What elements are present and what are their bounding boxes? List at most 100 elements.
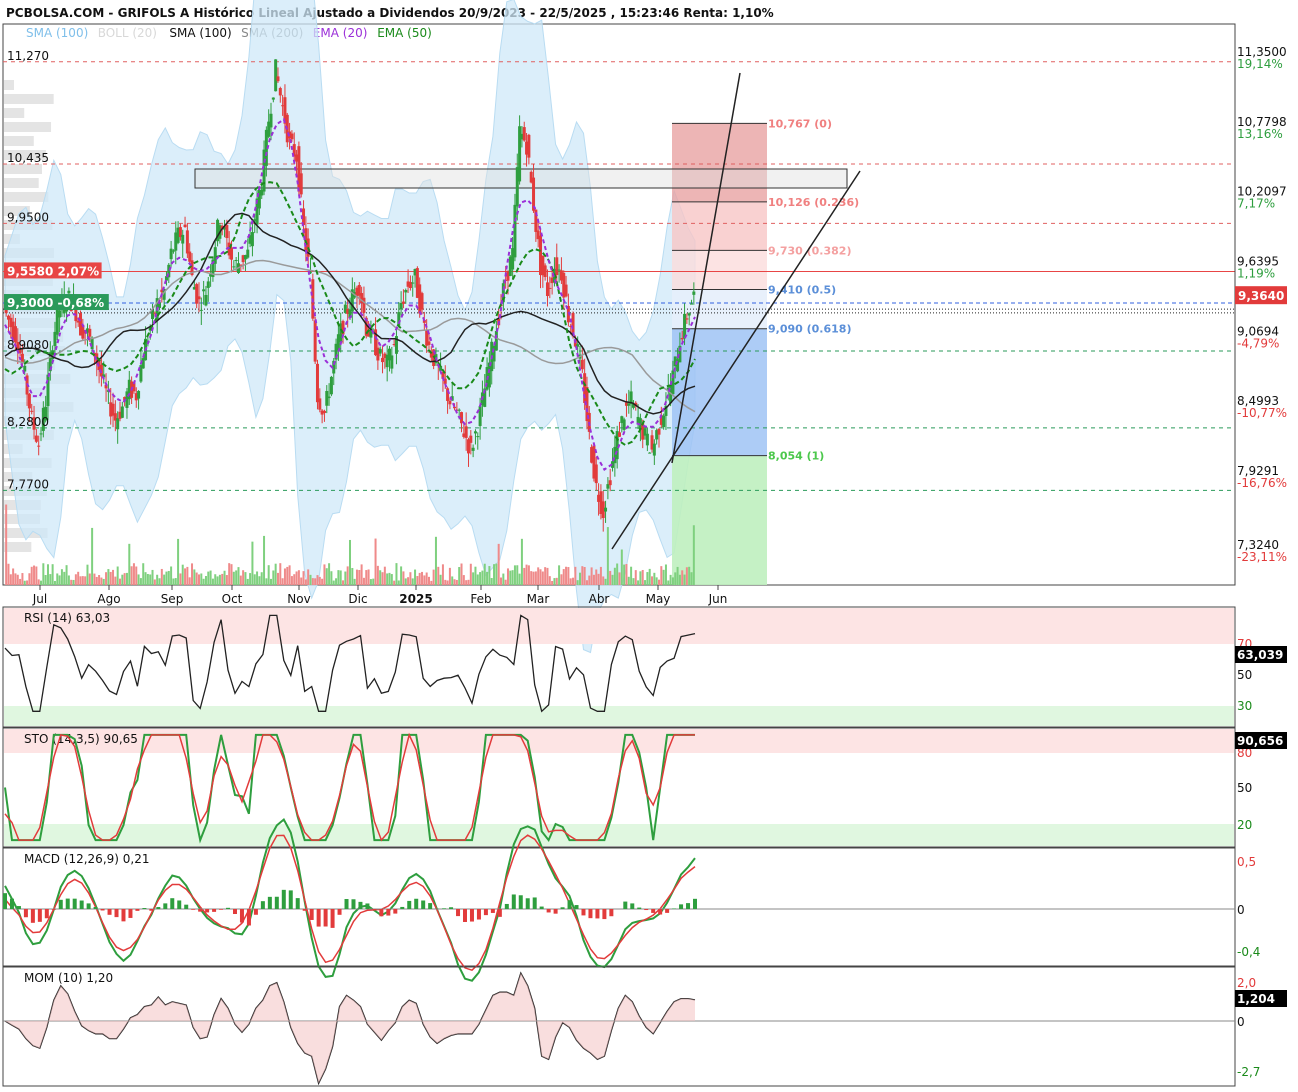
candle-body xyxy=(34,435,38,442)
volume-bar xyxy=(137,574,140,585)
macd-histogram-bar xyxy=(525,898,530,909)
candle-body xyxy=(67,290,71,294)
macd-histogram-bar xyxy=(490,909,495,913)
volume-bar xyxy=(655,577,658,585)
volume-bar xyxy=(369,579,372,585)
volume-bar xyxy=(490,578,493,585)
macd-histogram-bar xyxy=(239,909,244,923)
volume-bar xyxy=(441,564,444,585)
volume-bar xyxy=(562,569,565,585)
volume-bar xyxy=(93,573,96,585)
macd-histogram-bar xyxy=(16,906,21,909)
volume-bar xyxy=(513,565,516,585)
volume-bar xyxy=(407,577,410,585)
macd-histogram-bar xyxy=(414,898,419,909)
volume-bar xyxy=(632,578,635,585)
volume-bar xyxy=(165,571,168,585)
macd-histogram-bar xyxy=(637,907,642,909)
volume-bar xyxy=(662,569,665,585)
macd-histogram-bar xyxy=(539,906,544,909)
volume-bar xyxy=(274,563,277,585)
level-label: 9,9500 xyxy=(7,210,49,224)
candle-body xyxy=(604,507,608,512)
macd-histogram-bar xyxy=(595,909,600,919)
macd-histogram-bar xyxy=(630,903,635,909)
volume-bar xyxy=(286,566,289,585)
volume-bar xyxy=(242,570,245,585)
macd-histogram-bar xyxy=(281,889,286,909)
volume-bar xyxy=(488,566,491,585)
macd-histogram-bar xyxy=(295,898,300,909)
volume-bar xyxy=(149,574,152,585)
volume-bar xyxy=(416,576,419,585)
candle-body xyxy=(27,394,31,409)
volume-profile-bar xyxy=(4,542,32,552)
volume-bar xyxy=(228,563,231,585)
candle-body xyxy=(116,418,120,430)
macd-histogram-bar xyxy=(469,909,474,922)
volume-bar xyxy=(223,570,226,585)
macd-histogram-bar xyxy=(379,909,384,917)
volume-bar xyxy=(509,570,512,585)
fib-level-label: 10,126 (0.236) xyxy=(768,196,859,209)
fib-zone xyxy=(672,289,767,329)
volume-bar xyxy=(35,566,38,585)
volume-bar xyxy=(123,573,126,585)
volume-bar xyxy=(651,576,654,585)
volume-bar xyxy=(288,565,291,585)
volume-bar xyxy=(16,574,19,585)
macd-histogram-bar xyxy=(107,909,112,915)
candle-body xyxy=(169,248,173,260)
volume-bar xyxy=(146,574,149,585)
volume-bar xyxy=(362,577,365,585)
volume-bar xyxy=(639,571,642,585)
momentum-area xyxy=(5,973,695,1084)
volume-bar xyxy=(163,574,166,585)
volume-bar xyxy=(388,572,391,585)
volume-bar xyxy=(479,572,482,585)
volume-bar xyxy=(56,573,59,585)
macd-histogram-bar xyxy=(37,909,42,922)
volume-bar xyxy=(365,570,368,585)
volume-bar xyxy=(295,571,298,585)
volume-bar xyxy=(595,569,598,585)
volume-bar xyxy=(583,567,586,585)
macd-histogram-bar xyxy=(463,909,467,922)
volume-bar xyxy=(518,573,521,585)
candle-body xyxy=(327,396,331,399)
volume-bar xyxy=(572,577,575,585)
volume-bar xyxy=(246,578,249,585)
volume-bar xyxy=(690,572,693,585)
volume-bar xyxy=(425,572,428,585)
candle-body xyxy=(202,289,206,292)
candle-body xyxy=(622,419,626,430)
volume-bar xyxy=(630,566,633,585)
volume-bar xyxy=(674,572,677,585)
candle-body xyxy=(469,435,473,443)
volume-bar xyxy=(42,563,45,585)
volume-bar xyxy=(506,568,509,585)
candle-body xyxy=(476,436,480,438)
month-label: Jun xyxy=(708,592,728,606)
volume-bar xyxy=(112,569,115,585)
volume-bar xyxy=(483,563,486,585)
panel-band xyxy=(4,706,1234,726)
volume-bar xyxy=(678,574,681,585)
volume-bar xyxy=(458,567,461,585)
volume-bar xyxy=(293,574,296,585)
candle-body xyxy=(448,400,452,405)
volume-bar xyxy=(462,575,465,585)
candle-body xyxy=(473,431,477,434)
fib-zone xyxy=(672,201,767,251)
volume-bar xyxy=(65,565,68,585)
macd-histogram-bar xyxy=(3,893,7,909)
volume-bar xyxy=(525,564,528,585)
level-label: 10,435 xyxy=(7,151,49,165)
macd-histogram-bar xyxy=(658,909,663,915)
candle-body xyxy=(617,432,621,437)
volume-bar xyxy=(270,578,273,585)
pct-tick-label: 19,14% xyxy=(1237,57,1283,71)
volume-bar xyxy=(386,573,389,585)
candle-body xyxy=(325,390,329,406)
fib-level-label: 8,054 (1) xyxy=(768,450,824,463)
